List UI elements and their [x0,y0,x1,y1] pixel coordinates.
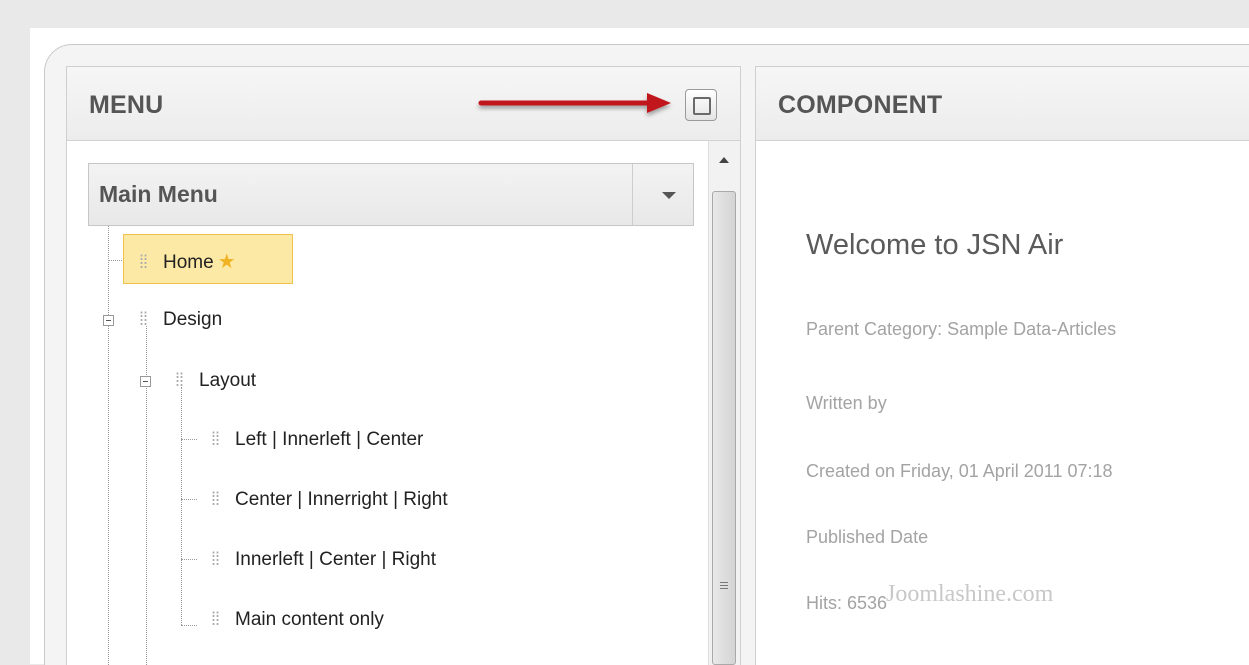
written-by: Written by [806,393,887,413]
drag-handle-icon[interactable]: ⁞⁞ [211,609,225,630]
tree-item-center-innerright-right[interactable]: ⁞⁞ Center | Innerright | Right [211,489,448,511]
tree-item-label: Layout [199,370,257,391]
tree-line [108,226,109,665]
component-panel-header: COMPONENT [756,67,1249,141]
tree-item-label: Home [163,252,214,273]
menu-panel-title: MENU [89,91,164,119]
scroll-up-arrow-icon[interactable] [719,157,729,163]
tree-item-label: Design [163,309,223,330]
menu-panel: MENU Main Menu ⁞⁞ Home ★ ⁞⁞ Design ⁞⁞ La… [66,66,741,665]
chevron-down-icon [662,192,676,199]
menu-select-value: Main Menu [99,181,218,207]
tree-line [181,387,182,625]
tree-line [181,439,197,440]
drag-handle-icon[interactable]: ⁞⁞ [211,549,225,570]
thumb-grip-icon [720,582,728,591]
minus-box-icon[interactable] [140,376,151,387]
drag-handle-icon[interactable]: ⁞⁞ [211,429,225,450]
parent-category[interactable]: Parent Category: Sample Data-Articles [806,319,1116,340]
watermark-logo: Joomlashine.com [886,581,1054,607]
drag-handle-icon[interactable]: ⁞⁞ [175,370,189,391]
created-on: Created on Friday, 01 April 2011 07:18 [806,461,1113,481]
star-icon: ★ [217,251,236,273]
drag-handle-icon[interactable]: ⁞⁞ [211,489,225,510]
component-panel-title: COMPONENT [778,91,943,119]
tree-line [181,625,197,626]
tree-item-label: Main content only [235,609,384,630]
tree-item-layout[interactable]: ⁞⁞ Layout [175,370,256,392]
tree-item-main-content-only[interactable]: ⁞⁞ Main content only [211,609,384,631]
menu-tree-area: Main Menu ⁞⁞ Home ★ ⁞⁞ Design ⁞⁞ Layout ⁞⁞ Le… [67,141,740,665]
tree-item-innerleft-center-right[interactable]: ⁞⁞ Innerleft | Center | Right [211,549,436,571]
maximize-icon [693,97,711,115]
hits-count: Hits: 6536 [806,593,888,613]
tree-item-home[interactable]: ⁞⁞ Home ★ [139,249,236,274]
drag-handle-icon[interactable]: ⁞⁞ [139,309,153,330]
minus-box-icon[interactable] [103,315,114,326]
component-panel: COMPONENT Welcome to JSN Air Parent Cate… [755,66,1249,665]
tree-line [181,499,197,500]
tree-line [108,260,124,261]
red-arrow-icon [478,93,671,113]
maximize-button[interactable] [685,89,717,121]
component-preview: Welcome to JSN Air Parent Category: Samp… [756,141,1249,665]
tree-item-label: Center | Innerright | Right [235,489,448,510]
menu-select-dropdown[interactable]: Main Menu [88,163,694,226]
tree-item-label: Innerleft | Center | Right [235,549,437,570]
vertical-scrollbar[interactable] [708,141,740,665]
tree-item-left-innerleft-center[interactable]: ⁞⁞ Left | Innerleft | Center [211,429,423,451]
published-date: Published Date [806,527,929,547]
scrollbar-thumb[interactable] [712,191,736,665]
article-title[interactable]: Welcome to JSN Air [806,229,1063,262]
tree-item-design[interactable]: ⁞⁞ Design [139,309,222,331]
tree-item-label: Left | Innerleft | Center [235,429,424,450]
tree-line [181,559,197,560]
drag-handle-icon[interactable]: ⁞⁞ [139,252,153,273]
select-divider [632,164,633,225]
menu-panel-header: MENU [67,67,740,141]
